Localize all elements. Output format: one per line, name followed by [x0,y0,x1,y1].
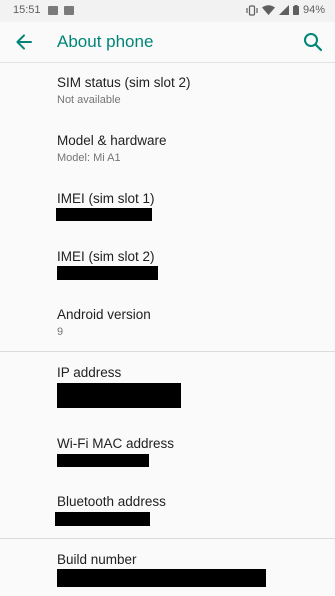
android-version-item[interactable]: Android version 9 [57,306,327,340]
ip-address-title: IP address [57,365,122,380]
status-time: 15:51 [13,4,41,16]
wifi-icon [261,5,275,15]
sim-status-title: SIM status (sim slot 2) [57,75,191,90]
page-title: About phone [57,32,154,51]
wifi-mac-title: Wi-Fi MAC address [57,436,175,451]
status-icons: 94% [246,4,325,16]
signal-icon [278,5,289,15]
status-bar: 15:51 94% [0,0,335,22]
imei-slot1-title: IMEI (sim slot 1) [57,191,155,206]
section-divider [0,538,335,539]
bluetooth-address-item[interactable]: Bluetooth address [57,493,327,510]
vibrate-icon [246,4,258,16]
imei-slot2-redaction [57,266,158,280]
ip-address-item[interactable]: IP address [57,364,327,381]
app-bar: About phone [0,22,335,62]
wifi-mac-item[interactable]: Wi-Fi MAC address [57,435,327,452]
android-version-summary: 9 [57,326,64,338]
build-number-item[interactable]: Build number [57,551,327,568]
build-number-title: Build number [57,552,137,567]
build-number-redaction [57,569,266,587]
wifi-mac-redaction [57,454,149,467]
bluetooth-address-redaction [55,512,150,526]
imei-slot1-redaction [56,208,152,221]
imei-slot1-item[interactable]: IMEI (sim slot 1) [57,190,327,207]
android-version-title: Android version [57,307,151,322]
app-bar-divider [0,62,335,63]
arrow-back-icon[interactable] [12,30,36,54]
model-hardware-item[interactable]: Model & hardware Model: Mi A1 [57,132,327,166]
battery-icon [292,5,299,15]
bluetooth-address-title: Bluetooth address [57,494,166,509]
sim-status-summary: Not available [57,94,121,106]
sim-status-item[interactable]: SIM status (sim slot 2) Not available [57,74,327,108]
mail-notification-icon [64,6,74,15]
ip-address-redaction [57,383,181,408]
battery-percent: 94% [302,4,325,16]
model-hardware-summary: Model: Mi A1 [57,152,121,164]
model-hardware-title: Model & hardware [57,133,167,148]
image-notification-icon [48,6,58,15]
search-icon[interactable] [301,30,325,54]
imei-slot2-title: IMEI (sim slot 2) [57,249,155,264]
section-divider [0,351,335,352]
imei-slot2-item[interactable]: IMEI (sim slot 2) [57,248,327,265]
